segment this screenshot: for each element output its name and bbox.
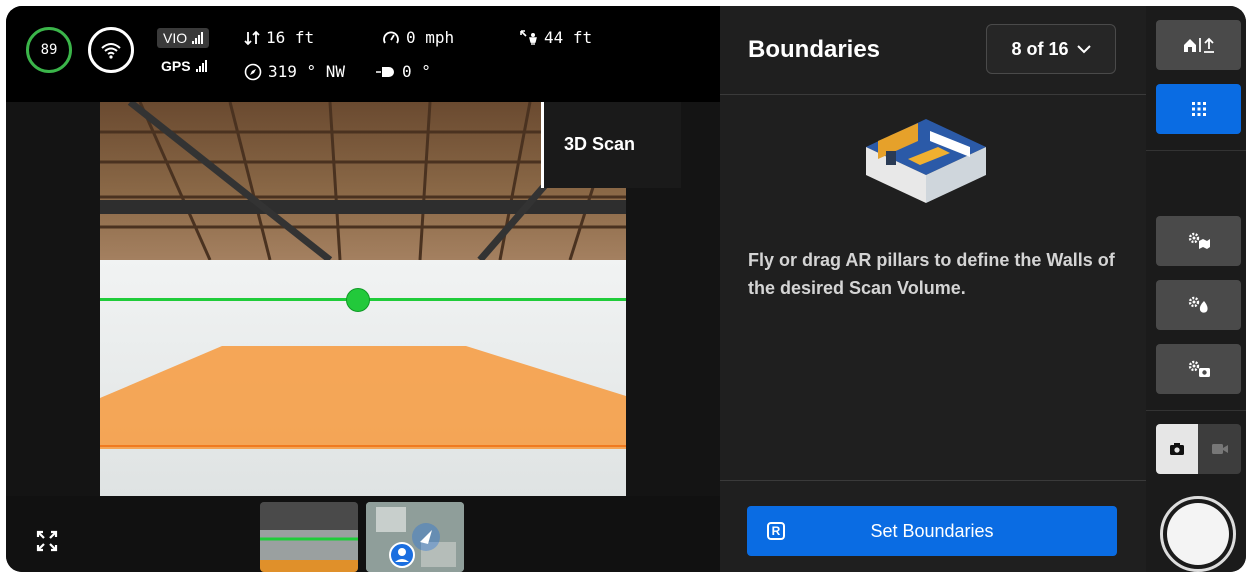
gimbal-value: 0 ° xyxy=(402,62,431,81)
gps-status: GPS xyxy=(161,58,207,74)
distance-value: 44 ft xyxy=(544,28,593,47)
altitude-value: 16 ft xyxy=(266,28,315,47)
distance-readout: 44 ft xyxy=(520,28,592,47)
heading-readout: 319 ° NW xyxy=(244,62,345,81)
altitude-icon xyxy=(244,30,260,45)
camera-thumbnail[interactable] xyxy=(260,502,358,572)
photo-mode[interactable] xyxy=(1156,424,1198,474)
panel-divider xyxy=(720,480,1146,481)
panel-divider xyxy=(720,94,1146,95)
panel-title: Boundaries xyxy=(748,36,881,63)
gps-label: GPS xyxy=(161,58,191,74)
capture-mode-toggle[interactable] xyxy=(1156,424,1241,474)
shutter-button[interactable] xyxy=(1160,496,1236,572)
settings-obstacle-icon xyxy=(1188,296,1208,313)
instruction-text: Fly or drag AR pillars to define the Wal… xyxy=(748,250,1115,298)
telemetry-bar: 89 VIO GPS 16 ft 0 mph 44 ft 319 ° NW 0 … xyxy=(6,6,720,102)
grid-view-button[interactable] xyxy=(1156,84,1241,134)
vio-status: VIO xyxy=(157,28,210,48)
compass-icon xyxy=(244,63,262,80)
wifi-icon xyxy=(88,27,134,73)
home-return-icon xyxy=(1183,37,1214,53)
signal-bars-icon xyxy=(192,32,204,44)
step-label: 8 of 16 xyxy=(1011,38,1069,59)
boundaries-panel: Boundaries 8 of 16 Fly or drag AR pillar… xyxy=(720,6,1146,572)
home-return-button[interactable] xyxy=(1156,20,1241,70)
home-distance-icon xyxy=(520,29,537,45)
set-boundaries-button[interactable]: R Set Boundaries xyxy=(747,506,1117,556)
map-thumbnail[interactable] xyxy=(366,502,464,572)
speed-value: 0 mph xyxy=(406,28,455,47)
battery-indicator: 89 xyxy=(26,27,72,73)
right-toolbar xyxy=(1146,6,1246,572)
map-settings-button[interactable] xyxy=(1156,216,1241,266)
bottom-bar xyxy=(6,496,720,572)
shutter-inner xyxy=(1167,503,1229,565)
obstacle-settings-button[interactable] xyxy=(1156,280,1241,330)
ar-pillar-handle[interactable] xyxy=(346,288,370,312)
camera-tilt-icon xyxy=(376,66,394,77)
video-icon xyxy=(1211,444,1228,454)
scan-mode-label: 3D Scan xyxy=(541,102,681,188)
set-boundaries-label: Set Boundaries xyxy=(870,520,994,541)
expand-icon[interactable] xyxy=(36,530,58,552)
toolbar-divider xyxy=(1146,150,1246,151)
r-key-icon: R xyxy=(767,522,785,540)
settings-map-icon xyxy=(1188,232,1210,249)
speed-readout: 0 mph xyxy=(382,28,454,47)
battery-level: 89 xyxy=(40,42,58,58)
settings-camera-icon xyxy=(1188,360,1210,377)
signal-bars-icon xyxy=(195,60,207,72)
gimbal-readout: 0 ° xyxy=(374,62,431,81)
grid-icon xyxy=(1191,102,1206,116)
step-selector[interactable]: 8 of 16 xyxy=(986,24,1116,74)
speedometer-icon xyxy=(383,31,399,43)
video-mode[interactable] xyxy=(1198,424,1241,474)
camera-icon xyxy=(1170,443,1184,455)
drone-flight-app: 89 VIO GPS 16 ft 0 mph 44 ft 319 ° NW 0 … xyxy=(6,6,1246,572)
scan-floor-area xyxy=(100,346,626,449)
chevron-down-icon xyxy=(1076,45,1091,54)
camera-settings-button[interactable] xyxy=(1156,344,1241,394)
vio-label: VIO xyxy=(163,30,188,46)
scan-room-illustration xyxy=(866,119,986,203)
toolbar-divider xyxy=(1146,410,1246,411)
altitude-readout: 16 ft xyxy=(244,28,314,47)
heading-value: 319 ° NW xyxy=(268,62,346,81)
